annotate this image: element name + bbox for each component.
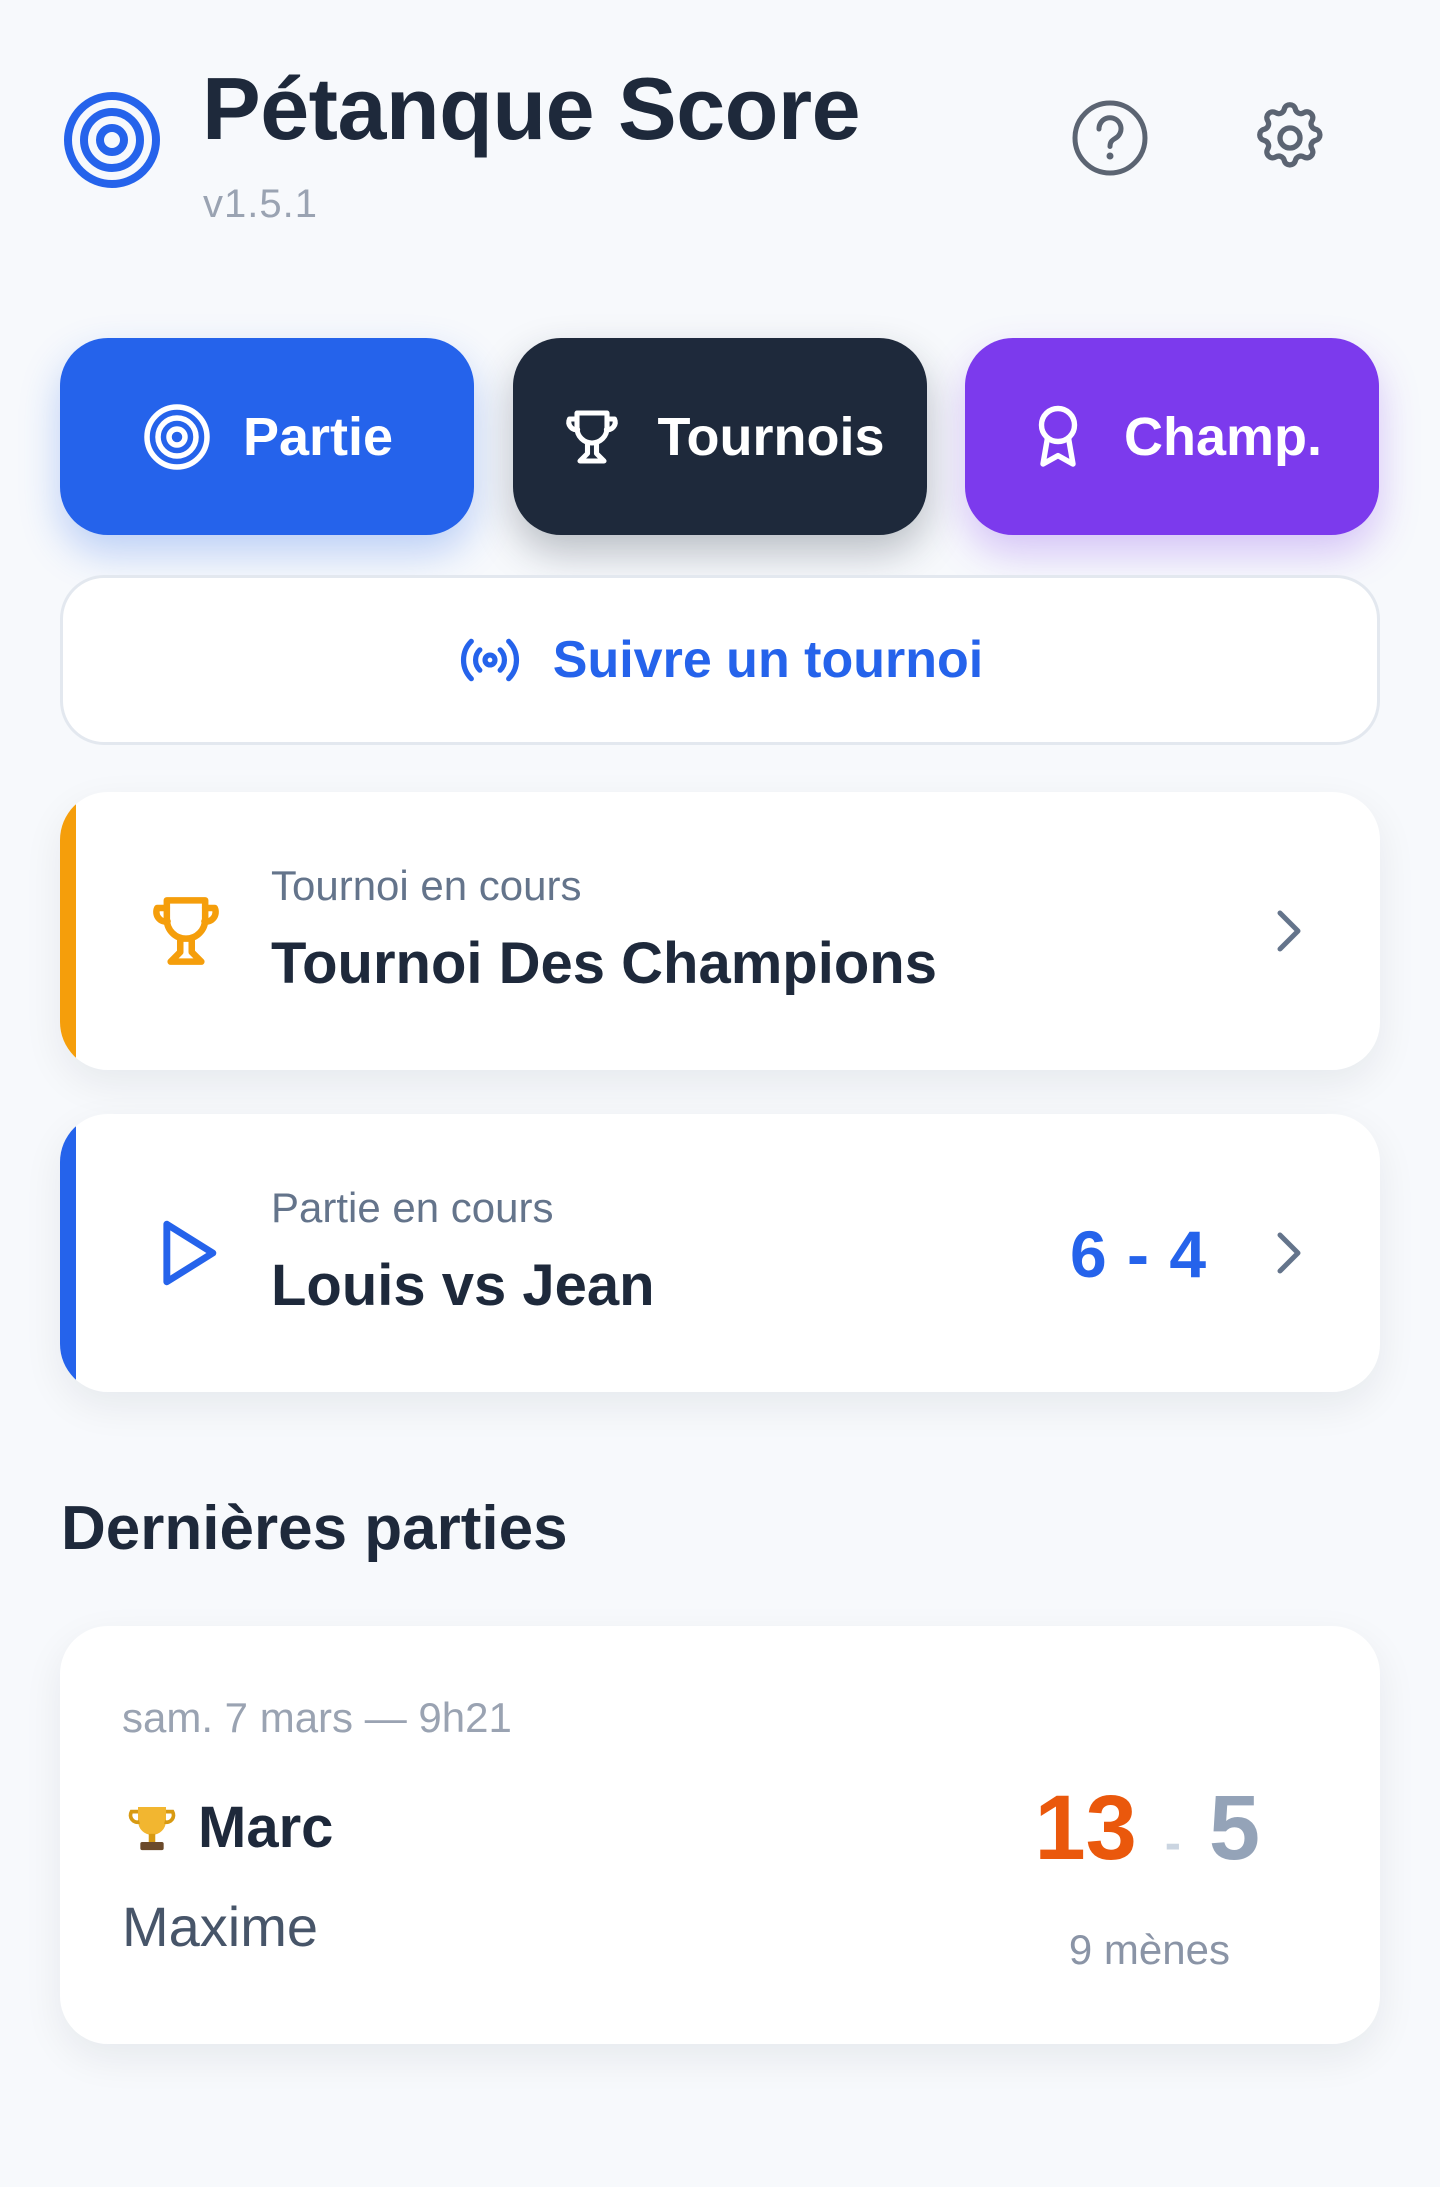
chevron-right-icon — [1277, 910, 1301, 952]
loser-name: Maxime — [122, 1895, 319, 1958]
winner-row: Marc — [122, 1794, 333, 1861]
help-button[interactable] — [1066, 94, 1154, 182]
follow-tournament-button[interactable]: Suivre un tournoi — [60, 575, 1380, 745]
current-tournament-card[interactable]: Tournoi en cours Tournoi Des Champions — [60, 792, 1380, 1070]
broadcast-icon — [460, 638, 519, 682]
tournois-label: Tournois — [657, 406, 885, 467]
final-score: 13 - 5 — [1035, 1776, 1261, 1881]
gold-trophy-icon — [122, 1798, 182, 1858]
winner-name: Marc — [198, 1795, 334, 1860]
tournois-button[interactable]: Tournois — [513, 338, 927, 535]
chevron-right-icon — [1277, 1232, 1301, 1274]
home-screen: Pétanque Score v1.5.1 Partie Tournois Ch… — [0, 0, 1440, 2187]
championnat-label: Champ. — [1123, 406, 1323, 467]
match-date: sam. 7 mars — 9h21 — [122, 1694, 512, 1741]
recent-match-card[interactable]: sam. 7 mars — 9h21 Marc Maxime 13 - 5 9 … — [60, 1626, 1380, 2044]
menes-count: 9 mènes — [1068, 1926, 1230, 1973]
recent-matches-title: Dernières parties — [61, 1494, 568, 1563]
follow-tournament-label: Suivre un tournoi — [552, 631, 984, 689]
current-match-card[interactable]: Partie en cours Louis vs Jean 6 - 4 — [60, 1114, 1380, 1392]
trophy-icon — [136, 881, 236, 981]
play-icon — [136, 1203, 236, 1303]
trophy-icon — [565, 409, 618, 464]
app-version: v1.5.1 — [203, 182, 318, 226]
match-players: Louis vs Jean — [271, 1253, 655, 1318]
match-accent-bar — [60, 1114, 76, 1392]
gear-icon — [1257, 102, 1323, 168]
score-separator: - — [1164, 1817, 1181, 1870]
award-icon — [1038, 405, 1078, 467]
loser-score: 5 — [1208, 1777, 1260, 1879]
championnat-button[interactable]: Champ. — [965, 338, 1379, 535]
target-icon — [144, 403, 210, 470]
partie-button[interactable]: Partie — [60, 338, 474, 535]
match-status-label: Partie en cours — [271, 1184, 554, 1231]
match-score: 6 - 4 — [1070, 1217, 1208, 1291]
app-title: Pétanque Score — [202, 59, 861, 158]
tournament-name: Tournoi Des Champions — [271, 931, 937, 996]
settings-button[interactable] — [1246, 94, 1334, 182]
partie-label: Partie — [242, 406, 394, 467]
app-header: Pétanque Score v1.5.1 — [0, 0, 1440, 240]
tournament-accent-bar — [60, 792, 76, 1070]
target-logo-icon — [60, 88, 164, 192]
tournament-status-label: Tournoi en cours — [271, 862, 582, 909]
winner-score: 13 — [1034, 1777, 1137, 1879]
help-circle-icon — [1072, 100, 1148, 176]
